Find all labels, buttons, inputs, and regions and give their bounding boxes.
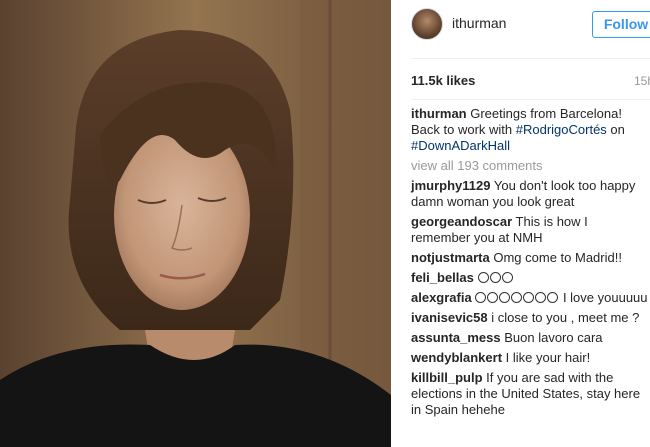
comment-username[interactable]: assunta_mess xyxy=(411,330,501,345)
face-emoji-icon xyxy=(475,292,487,303)
face-emoji-icon xyxy=(547,292,559,303)
comment-username[interactable]: jmurphy1129 xyxy=(411,178,491,193)
follow-button[interactable]: Follow xyxy=(592,11,650,38)
list-item: jmurphy1129 You don't look too happy dam… xyxy=(411,178,649,210)
comment-text: I love youuuuu xyxy=(559,290,648,305)
list-item: assunta_mess Buon lavoro cara xyxy=(411,330,649,346)
likes-count[interactable]: 11.5k likes xyxy=(411,73,475,88)
hashtag-link[interactable]: #RodrigoCortés xyxy=(516,122,607,137)
list-item: killbill_pulp If you are sad with the el… xyxy=(411,370,649,418)
comment-text: i close to you , meet me ? xyxy=(487,310,640,325)
list-item: ivanisevic58 i close to you , meet me ? xyxy=(411,310,649,326)
post-photo[interactable] xyxy=(0,0,391,447)
face-emoji-icon xyxy=(499,292,511,303)
selfie-illustration xyxy=(0,0,391,447)
list-item: wendyblankert I like your hair! xyxy=(411,350,649,366)
list-item: notjustmarta Omg come to Madrid!! xyxy=(411,250,649,266)
header-divider xyxy=(411,58,650,59)
likes-divider xyxy=(411,99,650,100)
face-emoji-icon xyxy=(487,292,499,303)
caption: ithurman Greetings from Barcelona! Back … xyxy=(411,106,649,154)
comment-username[interactable]: notjustmarta xyxy=(411,250,490,265)
list-item: feli_bellas xyxy=(411,270,649,286)
view-all-comments-link[interactable]: view all 193 comments xyxy=(411,158,649,174)
comment-username[interactable]: georgeandoscar xyxy=(411,214,512,229)
list-item: alexgrafia I love youuuuu xyxy=(411,290,649,306)
comment-username[interactable]: alexgrafia xyxy=(411,290,472,305)
caption-text: on xyxy=(606,122,625,137)
post-time[interactable]: 15h xyxy=(634,74,650,88)
comment-username[interactable]: feli_bellas xyxy=(411,270,474,285)
face-emoji-icon xyxy=(477,272,489,283)
post-header: ithurman Follow xyxy=(391,0,650,50)
post-sidebar: ithurman Follow 11.5k likes 15h ithurman… xyxy=(391,0,650,447)
caption-username[interactable]: ithurman xyxy=(411,106,467,121)
list-item: georgeandoscar This is how I remember yo… xyxy=(411,214,649,246)
hashtag-link[interactable]: #DownADarkHall xyxy=(411,138,510,153)
post-username[interactable]: ithurman xyxy=(452,15,506,31)
comment-username[interactable]: wendyblankert xyxy=(411,350,502,365)
comment-text: I like your hair! xyxy=(502,350,591,365)
face-emoji-icon xyxy=(501,272,513,283)
comment-username[interactable]: killbill_pulp xyxy=(411,370,483,385)
comment-text xyxy=(474,270,478,285)
face-emoji-icon xyxy=(523,292,535,303)
comments-list: ithurman Greetings from Barcelona! Back … xyxy=(411,106,649,422)
comment-text: Omg come to Madrid!! xyxy=(489,250,622,265)
avatar[interactable] xyxy=(411,8,443,40)
face-emoji-icon xyxy=(511,292,523,303)
comment-text: Buon lavoro cara xyxy=(500,330,603,345)
face-emoji-icon xyxy=(535,292,547,303)
face-emoji-icon xyxy=(489,272,501,283)
comment-username[interactable]: ivanisevic58 xyxy=(411,310,488,325)
